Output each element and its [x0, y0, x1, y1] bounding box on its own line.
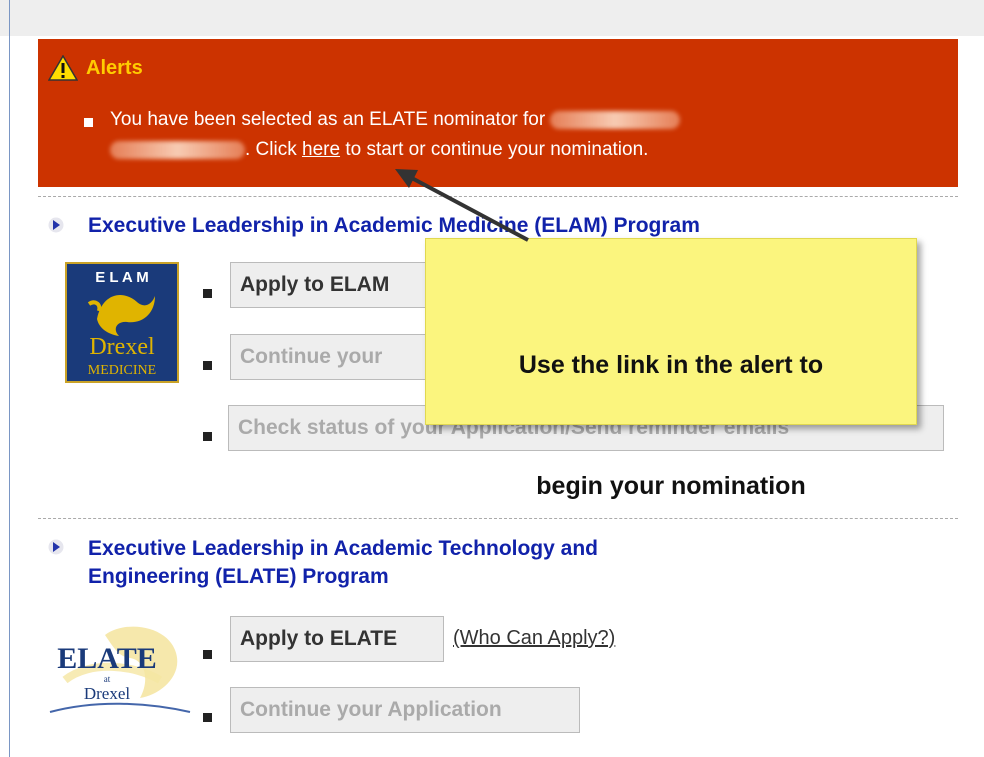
warning-icon	[48, 55, 78, 81]
bullet	[203, 432, 212, 441]
continue-elam-button[interactable]: Continue your	[230, 334, 430, 380]
elam-logo-graphic: E L A M Drexel MEDICINE	[88, 269, 156, 378]
elate-logo-title: ELATE	[57, 642, 156, 675]
redacted-institution-2	[110, 140, 245, 159]
elate-title-line1: Executive Leadership in Academic Technol…	[88, 537, 598, 560]
elate-title-line2: Engineering (ELATE) Program	[88, 565, 389, 588]
alert-box: Alerts You have been selected as an ELAT…	[38, 39, 958, 187]
redacted-institution	[550, 110, 681, 129]
top-bar	[0, 0, 984, 36]
continue-elate-button[interactable]: Continue your Application	[230, 687, 580, 733]
elam-logo-top: E L A M	[95, 269, 149, 286]
alert-here-link[interactable]: here	[302, 139, 340, 160]
apply-elate-button[interactable]: Apply to ELATE	[230, 616, 444, 662]
elate-logo-drexel: Drexel	[84, 684, 131, 703]
bullet	[203, 289, 212, 298]
alert-text-before: You have been selected as an ELATE nomin…	[110, 109, 546, 130]
alert-title: Alerts	[86, 56, 143, 79]
expand-arrow-icon[interactable]	[48, 539, 64, 555]
alert-header: Alerts	[48, 55, 143, 81]
alert-bullet	[84, 118, 93, 127]
elam-logo-drexel: Drexel	[89, 334, 155, 360]
bullet	[203, 650, 212, 659]
apply-elam-button[interactable]: Apply to ELAM	[230, 262, 430, 308]
elam-logo-medicine: MEDICINE	[88, 363, 156, 378]
divider	[38, 196, 958, 197]
alert-message: You have been selected as an ELATE nomin…	[110, 105, 870, 165]
callout-line2: begin your nomination	[536, 472, 806, 500]
divider	[38, 518, 958, 519]
expand-arrow-icon[interactable]	[48, 217, 64, 233]
bullet	[203, 361, 212, 370]
elam-logo: E L A M Drexel MEDICINE	[65, 262, 179, 383]
elate-section-title[interactable]: Executive Leadership in Academic Technol…	[88, 535, 598, 591]
elate-logo: ELATE at Drexel	[49, 626, 191, 713]
who-can-apply-link[interactable]: (Who Can Apply?)	[453, 627, 615, 650]
callout-note: Use the link in the alert to begin your …	[425, 238, 917, 500]
alert-text-mid: . Click	[245, 139, 297, 160]
elam-section-title[interactable]: Executive Leadership in Academic Medicin…	[88, 212, 700, 240]
callout-line1: Use the link in the alert to	[518, 351, 824, 379]
alert-text-after: to start or continue your nomination.	[345, 139, 649, 160]
bullet	[203, 713, 212, 722]
elate-logo-at: at	[104, 674, 111, 684]
page-border	[9, 0, 10, 757]
